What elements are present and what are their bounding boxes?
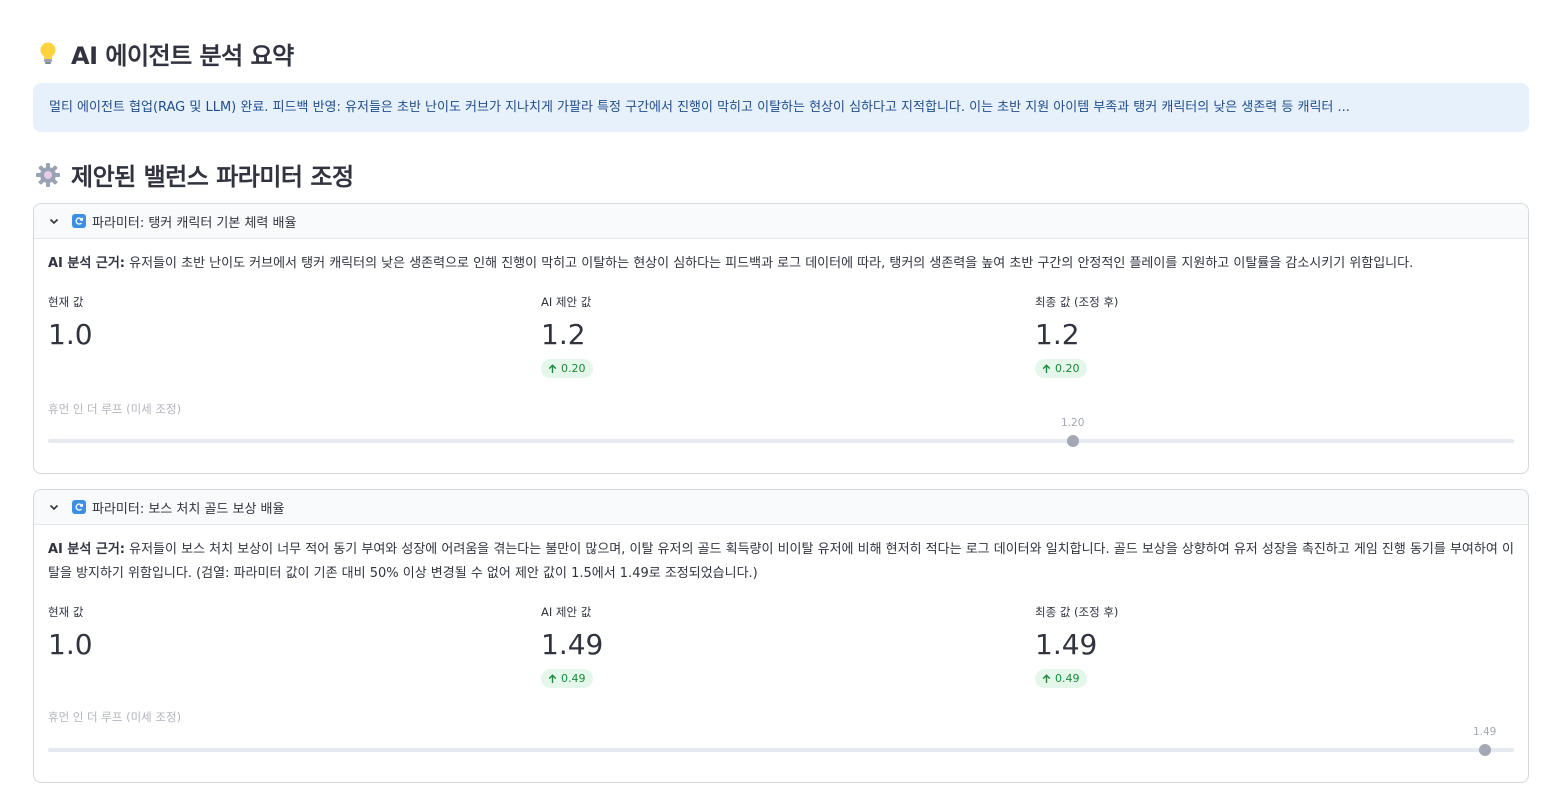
param-title: 파라미터: 탱커 캐릭터 기본 체력 배율 — [92, 215, 297, 231]
gear-icon — [33, 162, 63, 188]
metric-current: 현재 값 1.0 — [48, 294, 528, 351]
adjustments-heading: 제안된 밸런스 파라미터 조정 — [33, 157, 354, 192]
summary-title: AI 에이전트 분석 요약 — [71, 42, 294, 70]
delta-badge: 0.20 — [1035, 359, 1087, 378]
slider-label: 휴먼 인 더 루프 (미세 조정) — [48, 402, 182, 416]
metric-value: 1.0 — [48, 628, 93, 661]
lightbulb-icon — [33, 41, 63, 67]
delta-badge: 0.49 — [1035, 669, 1087, 688]
metric-label: 최종 값 (조정 후) — [1035, 295, 1119, 309]
chevron-down-icon — [48, 501, 60, 513]
slider-label: 휴먼 인 더 루프 (미세 조정) — [48, 710, 182, 724]
summary-heading: AI 에이전트 분석 요약 — [33, 36, 294, 71]
metric-label: 최종 값 (조정 후) — [1035, 605, 1119, 619]
metric-value: 1.49 — [541, 628, 604, 661]
param-expander: 파라미터: 탱커 캐릭터 기본 체력 배율 AI 분석 근거: 유저들이 초반 … — [33, 203, 1529, 474]
summary-message: 멀티 에이전트 협업(RAG 및 LLM) 완료. 피드백 반영: 유저들은 초… — [49, 100, 1350, 115]
arrow-up-icon — [1042, 673, 1051, 684]
param-title: 파라미터: 보스 처치 골드 보상 배율 — [92, 501, 285, 517]
adjustments-title: 제안된 밸런스 파라미터 조정 — [71, 163, 354, 191]
slider-thumb[interactable] — [1478, 744, 1491, 756]
arrow-up-icon — [1042, 363, 1051, 374]
rationale-body: 유저들이 초반 난이도 커브에서 탱커 캐릭터의 낮은 생존력으로 인해 진행이… — [125, 256, 1414, 271]
delta-value: 0.20 — [1055, 362, 1080, 375]
param-expander-header[interactable]: 파라미터: 탱커 캐릭터 기본 체력 배율 — [34, 204, 1528, 239]
metric-final: 최종 값 (조정 후) 1.2 0.20 — [1035, 294, 1515, 378]
metric-final: 최종 값 (조정 후) 1.49 0.49 — [1035, 604, 1515, 688]
summary-info-box: 멀티 에이전트 협업(RAG 및 LLM) 완료. 피드백 반영: 유저들은 초… — [33, 83, 1529, 132]
delta-value: 0.49 — [1055, 672, 1080, 685]
refresh-icon — [72, 214, 86, 228]
rationale-label: AI 분석 근거: — [48, 542, 125, 557]
param-expander: 파라미터: 보스 처치 골드 보상 배율 AI 분석 근거: 유저들이 보스 처… — [33, 489, 1529, 783]
delta-value: 0.49 — [561, 672, 586, 685]
refresh-icon — [72, 500, 86, 514]
slider-value: 1.20 — [1061, 417, 1085, 429]
rationale-text: AI 분석 근거: 유저들이 초반 난이도 커브에서 탱커 캐릭터의 낮은 생존… — [48, 252, 1516, 276]
rationale-body: 유저들이 보스 처치 보상이 너무 적어 동기 부여와 성장에 어려움을 겪는다… — [48, 542, 1514, 581]
metric-suggested: AI 제안 값 1.2 0.20 — [541, 294, 1021, 378]
metric-label: 현재 값 — [48, 605, 84, 619]
metric-label: AI 제안 값 — [541, 605, 592, 619]
metric-value: 1.2 — [541, 318, 586, 351]
rationale-text: AI 분석 근거: 유저들이 보스 처치 보상이 너무 적어 동기 부여와 성장… — [48, 538, 1516, 586]
metric-suggested: AI 제안 값 1.49 0.49 — [541, 604, 1021, 688]
metric-value: 1.49 — [1035, 628, 1098, 661]
chevron-down-icon — [48, 215, 60, 227]
slider-thumb[interactable] — [1066, 435, 1079, 447]
slider-value: 1.49 — [1472, 726, 1497, 738]
arrow-up-icon — [548, 673, 557, 684]
delta-badge: 0.49 — [541, 669, 593, 688]
metric-label: AI 제안 값 — [541, 295, 592, 309]
delta-value: 0.20 — [561, 362, 586, 375]
arrow-up-icon — [548, 363, 557, 374]
rationale-label: AI 분석 근거: — [48, 256, 125, 271]
fine-tune-slider[interactable]: 1.49 — [48, 726, 1514, 756]
param-expander-header[interactable]: 파라미터: 보스 처치 골드 보상 배율 — [34, 490, 1528, 525]
metric-label: 현재 값 — [48, 295, 84, 309]
metric-current: 현재 값 1.0 — [48, 604, 528, 661]
metric-value: 1.0 — [48, 318, 93, 351]
metric-value: 1.2 — [1035, 318, 1080, 351]
fine-tune-slider[interactable]: 1.20 — [48, 417, 1514, 447]
delta-badge: 0.20 — [541, 359, 593, 378]
